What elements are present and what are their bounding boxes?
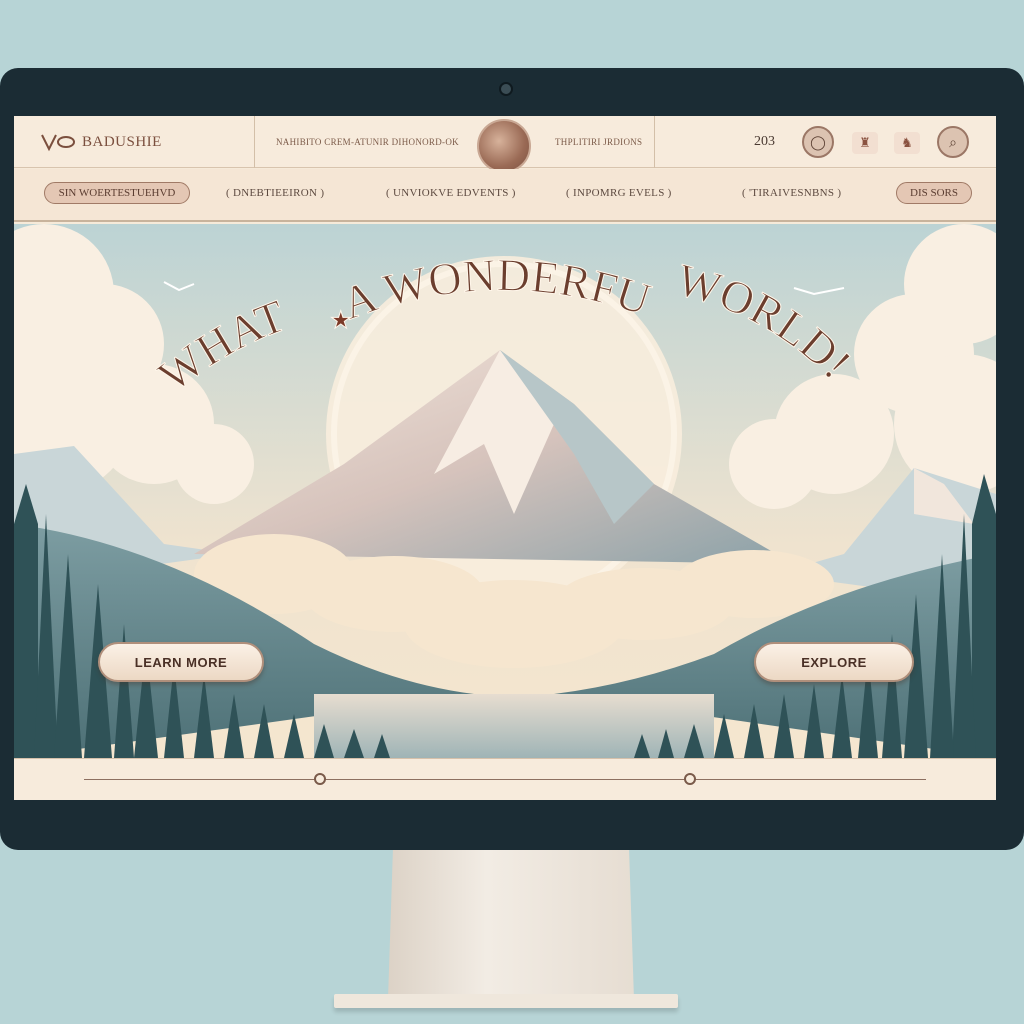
learn-more-button[interactable]: LEARN MORE xyxy=(98,642,264,682)
tagline-right: THPLITIRI JRDIONS xyxy=(555,137,643,147)
tagline-left: NAHIBITO CREM-ATUNIR DIHONORD-OK xyxy=(276,137,459,147)
nav-item-4[interactable]: ( 'TIRAIVESNBNS ) xyxy=(742,187,841,199)
v-mark-logo-icon xyxy=(41,134,75,152)
hero-banner: WHAT ★ A WONDERFUL WORLD! LEARN MORE EXP… xyxy=(14,224,996,758)
nav-item-3[interactable]: ( INPOMRG EVELS ) xyxy=(566,187,672,199)
header-number: 203 xyxy=(754,134,775,149)
header-divider xyxy=(254,116,255,168)
nav-item-2[interactable]: ( UNVIOKVE EDVENTS ) xyxy=(386,187,516,199)
nav-bar: SIN WOERTESTUEHVD ( DNEBTIEEIRON ) ( UNV… xyxy=(14,169,996,222)
carousel-knob[interactable] xyxy=(684,773,697,785)
title-word-world: WORLD! xyxy=(672,254,862,389)
nav-item-5[interactable]: DIS SORS xyxy=(896,182,972,204)
webcam xyxy=(499,82,513,96)
title-word-what: WHAT xyxy=(149,290,292,402)
carousel-knob[interactable] xyxy=(313,773,326,785)
monitor-stand-neck xyxy=(388,850,634,1000)
search-icon[interactable]: ⌕ xyxy=(937,126,969,158)
cart-icon[interactable]: ♞ xyxy=(894,132,920,154)
header-divider xyxy=(654,116,655,168)
nav-item-1[interactable]: ( DNEBTIEEIRON ) xyxy=(226,187,324,199)
monitor-stand-base xyxy=(334,994,678,1008)
monitor-bezel: BADUSHIE NAHIBITO CREM-ATUNIR DIHONORD-O… xyxy=(0,68,1024,850)
top-header: BADUSHIE NAHIBITO CREM-ATUNIR DIHONORD-O… xyxy=(14,116,996,173)
brand-logo[interactable]: BADUSHIE xyxy=(40,132,162,152)
explore-button[interactable]: EXPLORE xyxy=(754,642,914,682)
carousel-track[interactable] xyxy=(84,779,926,780)
hero-title: WHAT ★ A WONDERFUL WORLD! xyxy=(14,224,862,402)
brand-name: BADUSHIE xyxy=(82,133,162,150)
bag-icon[interactable]: ♜ xyxy=(852,132,878,154)
globe-icon[interactable] xyxy=(477,119,531,173)
nav-item-0[interactable]: SIN WOERTESTUEHVD xyxy=(44,182,190,204)
user-circle-icon[interactable]: ◯ xyxy=(802,126,834,158)
browser-screen: BADUSHIE NAHIBITO CREM-ATUNIR DIHONORD-O… xyxy=(14,116,996,800)
carousel-footer xyxy=(14,758,996,800)
